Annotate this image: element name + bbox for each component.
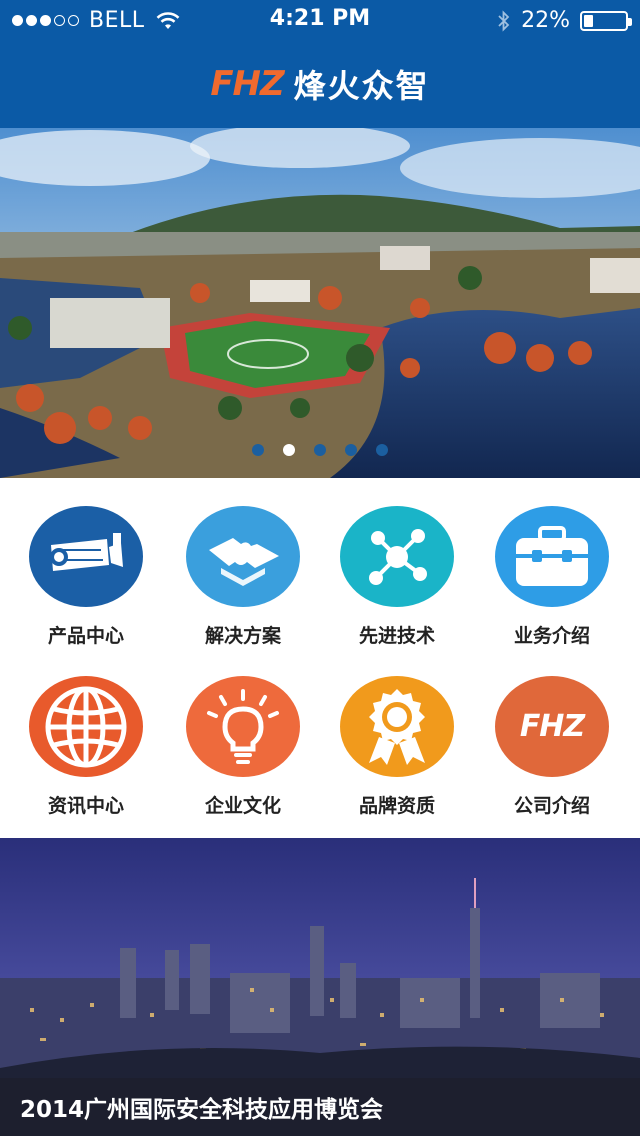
category-label: 品牌资质	[358, 795, 435, 817]
category-item[interactable]: 业务介绍	[472, 478, 632, 648]
carousel-dot[interactable]	[252, 444, 264, 456]
news-banner[interactable]: 2014广州国际安全科技应用博览会	[0, 838, 640, 1136]
hero-carousel[interactable]	[0, 128, 640, 478]
carousel-pager[interactable]	[0, 444, 640, 456]
category-label: 企业文化	[204, 795, 281, 817]
category-label: 公司介绍	[513, 795, 590, 817]
carousel-dot[interactable]	[314, 444, 326, 456]
fhz-mark: FHZ	[519, 709, 585, 744]
award-icon[interactable]	[340, 676, 454, 777]
bluetooth-icon	[498, 9, 510, 32]
campus-aerial-photo	[0, 128, 640, 478]
category-label: 先进技术	[358, 625, 435, 647]
brand-logo-mark: FHZ	[210, 64, 284, 104]
category-item[interactable]: 资讯中心	[6, 648, 166, 818]
carousel-dot[interactable]	[283, 444, 295, 456]
puzzle-icon[interactable]	[186, 506, 300, 607]
battery-icon	[580, 10, 632, 31]
app-header: BELL 4:21 PM 22% FHZ 烽火众智	[0, 0, 640, 128]
brand-name: 烽火众智	[293, 67, 430, 105]
globe-icon[interactable]	[29, 676, 143, 777]
category-label: 解决方案	[204, 625, 281, 647]
nav-bar: FHZ 烽火众智	[0, 40, 640, 128]
category-item[interactable]: 品牌资质	[317, 648, 477, 818]
category-grid: 产品中心 解决方案 先进技术 业务介绍资讯中心 企业文化 品牌资质 FHZ 公司介绍	[0, 478, 640, 838]
carousel-dot[interactable]	[376, 444, 388, 456]
category-item[interactable]: 产品中心	[6, 478, 166, 648]
status-bar: BELL 4:21 PM 22%	[0, 0, 640, 40]
category-item[interactable]: 企业文化	[163, 648, 323, 818]
lightbulb-icon[interactable]	[186, 676, 300, 777]
toolbox-icon[interactable]	[495, 506, 609, 607]
carousel-dot[interactable]	[345, 444, 357, 456]
category-label: 资讯中心	[47, 795, 124, 817]
category-label: 产品中心	[47, 625, 124, 647]
category-label: 业务介绍	[513, 625, 590, 647]
network-icon[interactable]	[340, 506, 454, 607]
news-caption: 2014广州国际安全科技应用博览会	[0, 1078, 640, 1136]
category-item[interactable]: 先进技术	[317, 478, 477, 648]
fhz-logo-icon[interactable]: FHZ	[495, 676, 609, 777]
battery-percent: 22%	[521, 8, 570, 33]
category-item[interactable]: 解决方案	[163, 478, 323, 648]
category-item[interactable]: FHZ 公司介绍	[472, 648, 632, 818]
camera-icon[interactable]	[29, 506, 143, 607]
